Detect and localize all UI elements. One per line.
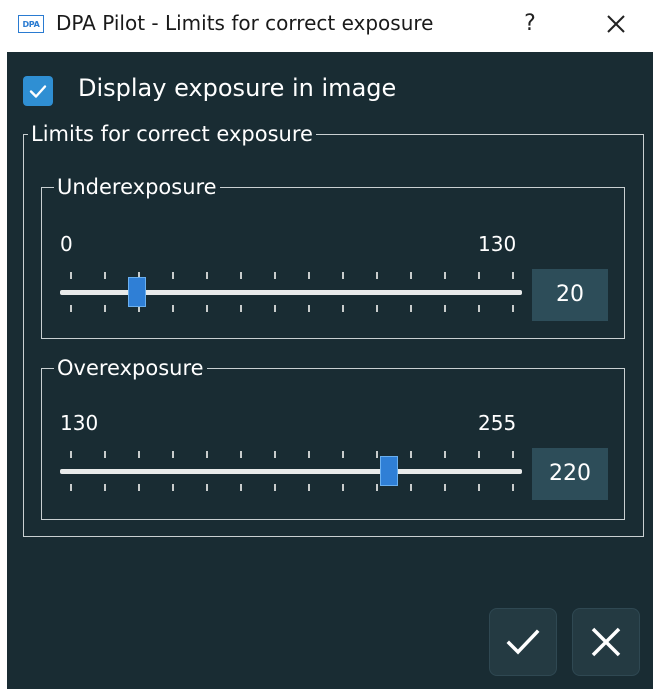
slider-tick [70,484,72,491]
slider-tick [206,451,208,458]
slider-tick [206,484,208,491]
slider-tick [376,484,378,491]
underexposure-slider[interactable] [60,270,522,314]
slider-tick [172,305,174,312]
slider-tick [104,451,106,458]
slider-tick [308,484,310,491]
slider-tick [444,484,446,491]
slider-tick [376,272,378,279]
slider-tick [206,272,208,279]
slider-tick [274,305,276,312]
overexposure-group: Overexposure 130 255 220 [41,355,625,520]
overexposure-min-label: 130 [60,411,99,435]
slider-tick [172,484,174,491]
underexposure-group: Underexposure 0 130 20 [41,174,625,339]
title-bar: DPA DPA Pilot - Limits for correct expos… [0,0,653,52]
underexposure-title: Underexposure [54,174,220,200]
slider-tick [70,272,72,279]
slider-tick [308,305,310,312]
dialog-body: Display exposure in image Limits for cor… [7,52,653,689]
window-title: DPA Pilot - Limits for correct exposure [56,11,434,35]
slider-tick [512,484,514,491]
slider-tick [104,272,106,279]
slider-tick [274,451,276,458]
slider-tick [478,305,480,312]
slider-tick [444,272,446,279]
x-icon [591,627,621,657]
slider-tick [444,305,446,312]
slider-tick [138,484,140,491]
slider-tick [240,484,242,491]
slider-tick [512,451,514,458]
overexposure-slider-thumb[interactable] [380,456,398,486]
slider-tick [478,272,480,279]
slider-tick [240,272,242,279]
slider-tick [70,451,72,458]
slider-tick [240,305,242,312]
slider-tick [172,272,174,279]
ok-button[interactable] [489,608,557,676]
limits-group-title: Limits for correct exposure [28,121,316,147]
slider-tick [410,272,412,279]
slider-tick [240,451,242,458]
slider-tick [342,484,344,491]
checkmark-icon [506,629,540,655]
underexposure-max-label: 130 [478,232,517,256]
slider-tick [172,451,174,458]
slider-tick [342,272,344,279]
help-button[interactable]: ? [516,10,544,38]
overexposure-slider[interactable] [60,449,522,493]
slider-tick [70,305,72,312]
slider-tick [512,272,514,279]
cancel-button[interactable] [572,608,640,676]
overexposure-max-label: 255 [478,411,517,435]
slider-tick [274,484,276,491]
overexposure-slider-track[interactable] [60,469,522,474]
underexposure-min-label: 0 [60,232,73,256]
app-icon: DPA [18,15,44,33]
slider-tick [478,451,480,458]
slider-tick [478,484,480,491]
underexposure-slider-thumb[interactable] [128,277,146,307]
slider-tick [410,451,412,458]
slider-tick [512,305,514,312]
slider-tick [342,305,344,312]
slider-tick [376,305,378,312]
slider-tick [308,272,310,279]
display-exposure-checkbox[interactable] [23,76,53,106]
slider-tick [410,484,412,491]
slider-tick [104,305,106,312]
slider-tick [410,305,412,312]
overexposure-value-field[interactable]: 220 [532,448,608,500]
slider-tick [308,451,310,458]
slider-tick [104,484,106,491]
overexposure-title: Overexposure [54,355,207,381]
slider-tick [138,451,140,458]
slider-tick [376,451,378,458]
close-icon [607,15,625,33]
slider-tick [342,451,344,458]
slider-tick [444,451,446,458]
display-exposure-label: Display exposure in image [78,74,397,102]
close-button[interactable] [602,10,630,38]
underexposure-value-field[interactable]: 20 [532,269,608,321]
checkmark-icon [29,85,47,98]
slider-tick [274,272,276,279]
slider-tick [206,305,208,312]
